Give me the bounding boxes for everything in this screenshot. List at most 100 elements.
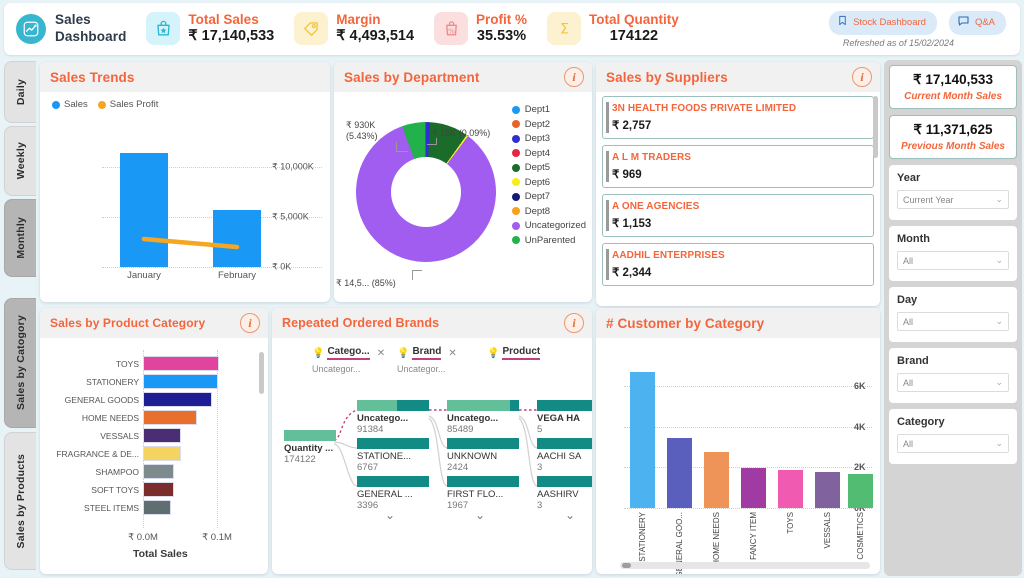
bar[interactable] [143,500,171,515]
tree-node[interactable]: FIRST FLO... 1967 [447,476,519,511]
bar[interactable] [143,374,218,389]
category-label: FRAGRANCE & DE... [56,448,139,459]
bar[interactable] [143,356,219,371]
kpi-profit-percent[interactable]: % Profit % 35.53% [434,12,527,46]
sidebar-tab-monthly[interactable]: Monthly [4,199,36,277]
supplier-list[interactable]: 3N HEALTH FOODS PRIVATE LIMITED ₹ 2,757 … [596,92,880,304]
customer-category-chart[interactable]: 6K 4K 2K 0K STATIONERY GENERAL GOO... HO… [596,338,880,574]
tree-node[interactable]: UNKNOWN 2424 [447,438,519,473]
tree-node[interactable]: Uncatego... 85489 [447,400,519,435]
info-icon[interactable]: i [564,67,584,87]
legend-item-dept8[interactable]: Dept8 [511,206,586,217]
bar[interactable] [143,428,181,443]
card-title: Sales by Product Category [50,316,206,330]
table-row[interactable]: TOYS [116,356,219,371]
legend-item-uncategorized[interactable]: Uncategorized [511,220,586,231]
list-item[interactable]: AADHIL ENTERPRISES ₹ 2,344 [602,243,874,286]
sidebar-tab-sales-by-category[interactable]: Sales by Catogory [4,298,36,428]
sales-by-department-chart[interactable]: ₹ 930K (5.43%) ₹ 16K (0.09%) ₹ 14,5... (… [334,92,592,302]
brand-dropdown[interactable]: All ⌄ [897,373,1009,392]
legend-item-dept1[interactable]: Dept1 [511,104,586,115]
list-item[interactable]: A L M TRADERS ₹ 969 [602,145,874,188]
tree-node[interactable]: AASHIRV 3 [537,476,592,511]
tree-node-value: 91384 [357,424,384,435]
stock-dashboard-button[interactable]: Stock Dashboard [829,10,937,35]
legend-item-dept7[interactable]: Dept7 [511,191,586,202]
table-row[interactable]: SHAMPOO [96,464,174,479]
sidebar-tab-daily[interactable]: Daily [4,61,36,123]
bar[interactable] [143,410,197,425]
dashboard-page: Sales Dashboard Total Sales ₹ 17,140,533 [0,0,1024,578]
horizontal-scrollbar[interactable] [620,562,870,569]
tree-node[interactable]: STATIONE... 6767 [357,438,429,473]
decomposition-tree[interactable]: 💡 Catego... ✕ Uncategor... 💡 Brand ✕ Unc… [272,338,592,574]
legend-item-unparented[interactable]: UnParented [511,235,586,246]
info-icon[interactable]: i [852,67,872,87]
legend-label: Dept4 [524,147,551,159]
category-label: SOFT TOYS [91,484,139,495]
chevron-down-icon[interactable]: ⌄ [385,508,395,522]
table-row[interactable]: GENERAL GOODS [65,392,212,407]
legend-item-sales[interactable]: Sales [52,99,88,110]
bar-home-needs[interactable] [704,452,729,508]
table-row[interactable]: STATIONERY [86,374,218,389]
tree-node[interactable]: GENERAL ... 3396 [357,476,429,511]
vertical-scrollbar[interactable] [873,96,878,158]
kpi-total-quantity[interactable]: Σ Total Quantity 174122 [547,12,679,46]
legend-item-dept6[interactable]: Dept6 [511,177,586,188]
bar-fancy-item[interactable] [741,468,766,508]
year-dropdown[interactable]: Current Year ⌄ [897,190,1009,209]
table-row[interactable]: SOFT TOYS [91,482,174,497]
donut-chart[interactable] [336,102,516,282]
info-icon[interactable]: i [564,313,584,333]
bar-cosmetics[interactable] [848,474,873,508]
legend-item-dept3[interactable]: Dept3 [511,133,586,144]
table-row[interactable]: VESSALS [100,428,181,443]
day-dropdown[interactable]: All ⌄ [897,312,1009,331]
category-label: HOME NEEDS [81,412,139,423]
tree-node-root[interactable]: Quantity ... 174122 [284,430,336,465]
sales-trends-chart[interactable]: Sales Sales Profit ₹ 10,000K ₹ 5,000K ₹ … [40,92,330,302]
sidebar-tab-weekly[interactable]: Weekly [4,126,36,196]
card-header: Repeated Ordered Brands i [272,308,592,338]
info-icon[interactable]: i [240,313,260,333]
legend-item-dept4[interactable]: Dept4 [511,147,586,159]
bar[interactable] [143,464,174,479]
table-row[interactable]: FRAGRANCE & DE... [56,446,181,461]
gridline [624,427,872,428]
tree-node-value: 5 [537,424,543,435]
category-dropdown[interactable]: All ⌄ [897,434,1009,453]
bar-toys[interactable] [778,470,803,508]
kpi-total-sales[interactable]: Total Sales ₹ 17,140,533 [146,12,274,46]
month-dropdown[interactable]: All ⌄ [897,251,1009,270]
product-category-chart[interactable]: TOYS STATIONERY GENERAL GOODS HOME NEEDS… [40,338,268,574]
bar-stationery[interactable] [630,372,655,508]
bar[interactable] [143,482,174,497]
tree-node[interactable]: AACHI SA 3 [537,438,592,473]
chevron-down-icon[interactable]: ⌄ [475,508,485,522]
bar[interactable] [143,446,181,461]
qa-button[interactable]: Q&A [948,10,1006,35]
table-row[interactable]: STEEL ITEMS [84,500,171,515]
customer-by-category-card: # Customer by Category 6K 4K 2K 0K STATI… [596,308,880,574]
tree-node[interactable]: Uncatego... 91384 [357,400,429,435]
list-item[interactable]: 3N HEALTH FOODS PRIVATE LIMITED ₹ 2,757 [602,96,874,139]
bar-vessals[interactable] [815,472,840,508]
bar[interactable] [143,392,212,407]
legend-item-dept5[interactable]: Dept5 [511,162,586,173]
kpi-margin[interactable]: Margin ₹ 4,493,514 [294,12,414,46]
svg-text:%: % [448,27,455,36]
slicer-label: Day [897,294,918,306]
sidebar-tab-sales-by-products[interactable]: Sales by Products [4,432,36,570]
bar-general-goods[interactable] [667,438,692,508]
list-item[interactable]: A ONE AGENCIES ₹ 1,153 [602,194,874,237]
legend-item-sales-profit[interactable]: Sales Profit [97,99,158,110]
scrollbar-thumb[interactable] [622,563,631,568]
tree-node[interactable]: VEGA HA 5 [537,400,592,435]
legend-item-dept2[interactable]: Dept2 [511,119,586,130]
supplier-value: ₹ 1,153 [612,218,652,230]
chevron-down-icon[interactable]: ⌄ [565,508,575,522]
table-row[interactable]: HOME NEEDS [82,410,197,425]
slicer-value: All [903,377,914,388]
vertical-scrollbar[interactable] [259,352,264,394]
